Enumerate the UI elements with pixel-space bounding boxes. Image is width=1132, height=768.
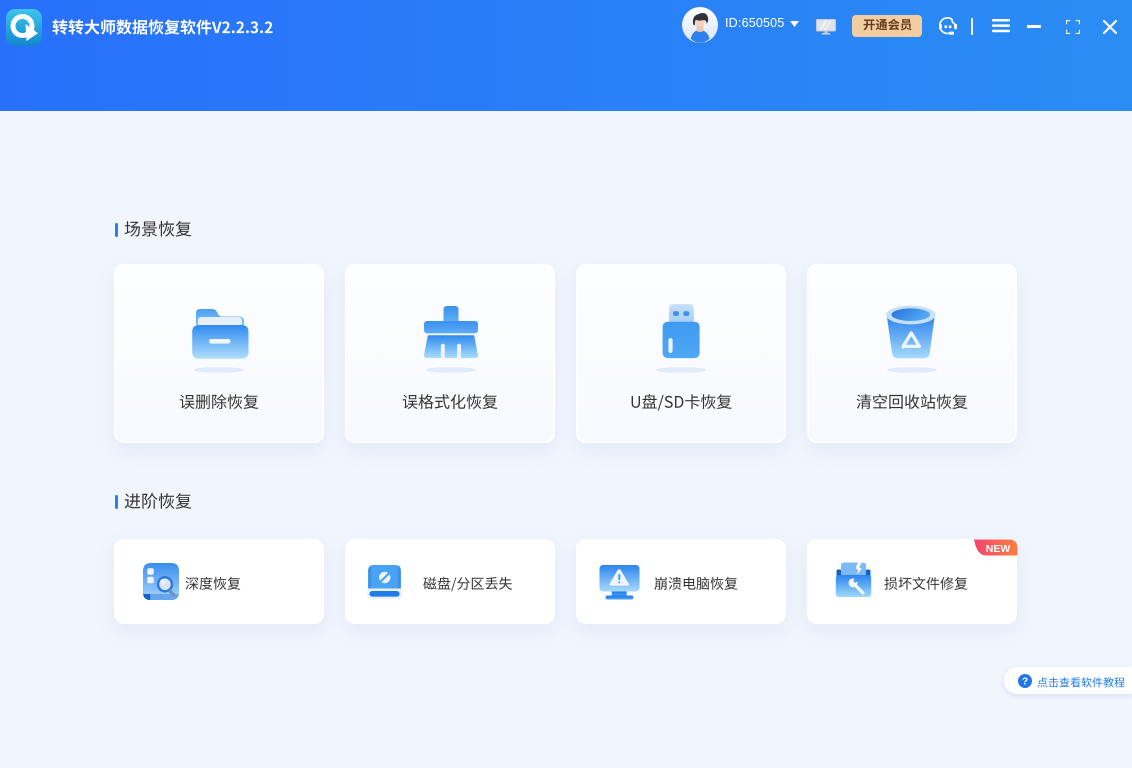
svg-text:NEW: NEW [985,542,1010,554]
svg-text:?: ? [1022,677,1028,688]
